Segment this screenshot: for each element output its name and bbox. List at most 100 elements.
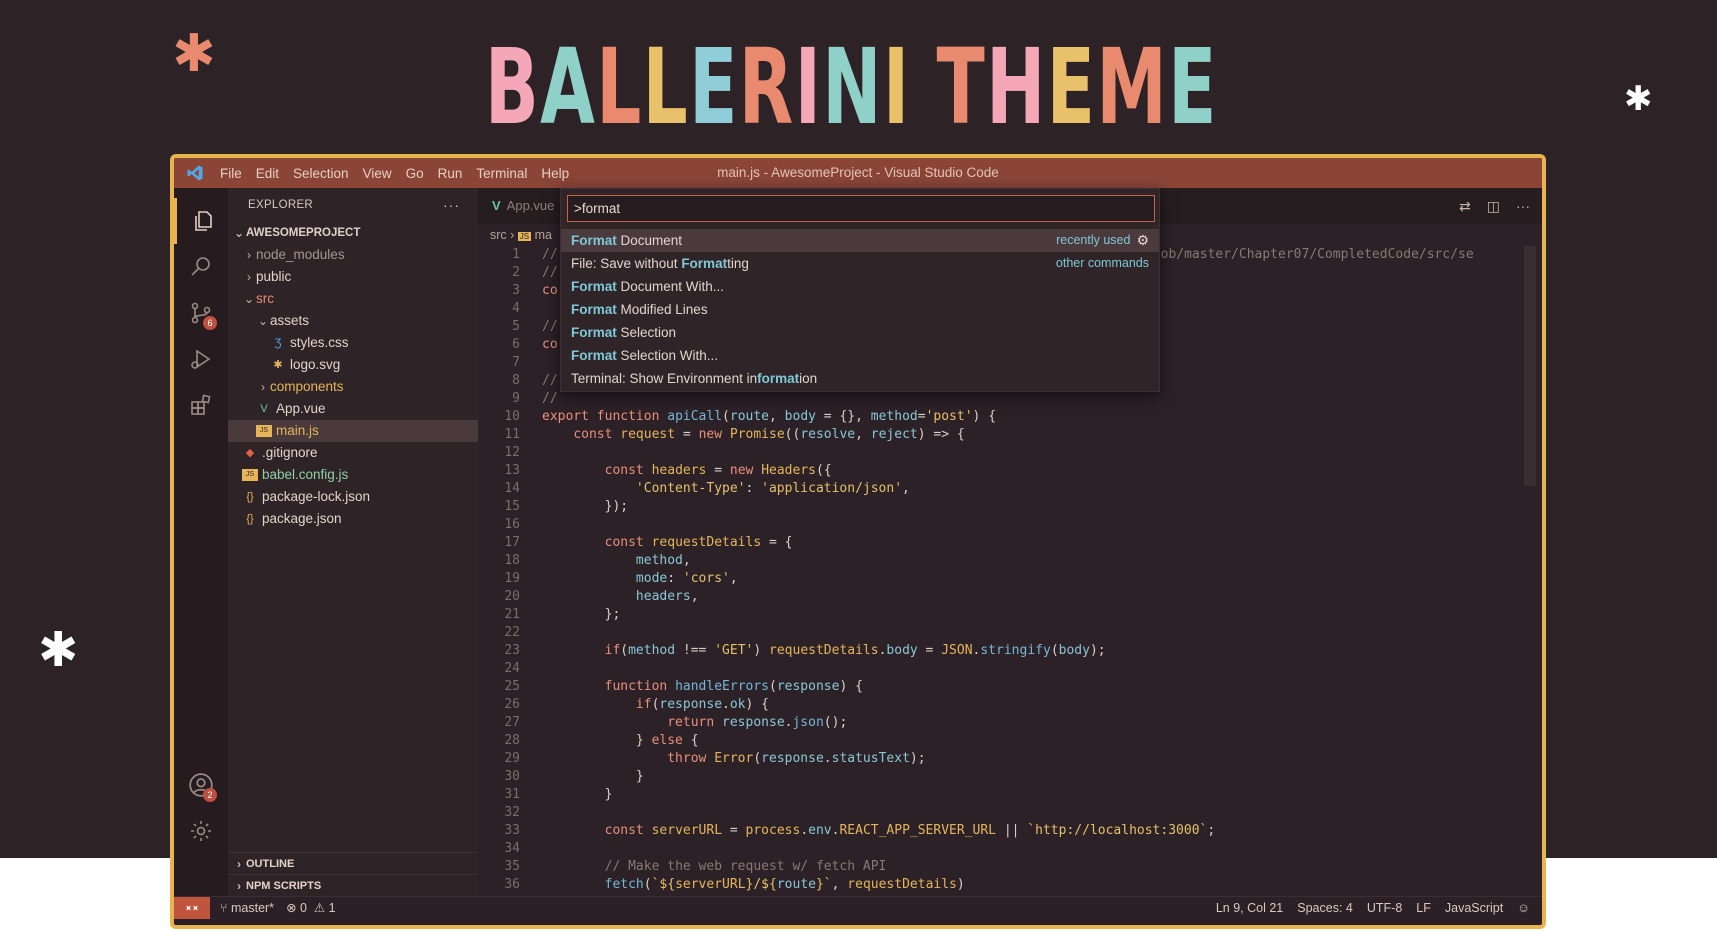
command-palette-item[interactable]: Format Document recently used ⚙ [561,229,1159,252]
vue-file-icon: V [260,403,268,415]
breadcrumb-file[interactable]: ma [535,228,552,242]
folder-item[interactable]: › components [228,376,478,398]
code-line: 27 return response.json(); [478,714,1528,732]
end-of-line[interactable]: LF [1416,897,1431,919]
split-editor-icon[interactable]: ◫ [1487,198,1500,215]
file-item[interactable]: Ʒstyles.css [228,332,478,354]
code-text: }; [542,607,621,622]
language-mode[interactable]: JavaScript [1445,897,1503,919]
menu-item-edit[interactable]: Edit [256,166,279,181]
file-item[interactable]: ✱ logo.svg [228,354,478,376]
folder-item[interactable]: ⌄ src [228,288,478,310]
code-text: // [542,391,566,406]
code-line: 35 // Make the web request w/ fetch API [478,858,1528,876]
menu-item-file[interactable]: File [220,166,242,181]
line-number: 14 [504,481,520,496]
line-number: 13 [504,463,520,478]
menu-item-go[interactable]: Go [406,166,424,181]
menu-item-help[interactable]: Help [541,166,569,181]
project-folder[interactable]: ⌄ AWESOMEPROJECT [228,222,478,244]
menu-item-view[interactable]: View [363,166,392,181]
files-icon[interactable] [174,198,228,244]
extensions-icon[interactable] [174,382,228,428]
menu-item-selection[interactable]: Selection [293,166,349,181]
outline-label: OUTLINE [246,857,295,870]
command-label-post: Selection With... [616,348,719,363]
chevron-right-icon: › [261,380,265,394]
account-icon[interactable]: 2 [174,762,228,808]
code-line: 34 [478,840,1528,858]
code-line: 16 [478,516,1528,534]
file-item[interactable]: V App.vue [228,398,478,420]
code-line: 18 method, [478,552,1528,570]
problems-indicator[interactable]: ⊗ 0 ⚠ 1 [286,897,336,919]
file-tree: › node_modules › public ⌄ src ⌄ assets Ʒstyles.c… [228,244,478,530]
run-debug-icon[interactable] [174,336,228,382]
tree-item-label: logo.svg [290,357,341,372]
code-text: function handleErrors(response) { [604,679,863,694]
command-palette-item[interactable]: Format Selection With... [561,344,1159,367]
line-number: 3 [512,283,520,298]
configure-keybinding-gear-icon[interactable]: ⚙ [1136,229,1149,252]
outline-section[interactable]: › OUTLINE [228,852,478,874]
code-line: 23 if(method !== 'GET') requestDetails.b… [478,642,1528,660]
source-control-icon[interactable]: 6 [174,290,228,336]
settings-gear-icon[interactable] [174,808,228,854]
command-palette-item[interactable]: Format Document With... [561,275,1159,298]
code-line: 36 fetch(`${serverURL}/${route}`, reques… [478,876,1528,894]
command-label-post: ting [727,256,749,271]
encoding[interactable]: UTF-8 [1367,897,1402,919]
command-palette: >format Format Document recently used ⚙ Fil… [560,188,1160,392]
cursor-position[interactable]: Ln 9, Col 21 [1216,897,1283,919]
folder-item[interactable]: › public [228,266,478,288]
title-bar: File Edit Selection View Go Run Terminal Help m… [174,158,1542,188]
command-palette-item[interactable]: Format Selection [561,321,1159,344]
search-icon[interactable] [174,244,228,290]
open-changes-icon[interactable]: ⇄ [1459,198,1471,215]
line-number: 10 [504,409,520,424]
title-letter: R [738,26,795,148]
command-palette-item[interactable]: Terminal: Show Environment information [561,367,1159,390]
tree-item-label: public [256,269,292,284]
folder-item[interactable]: › node_modules [228,244,478,266]
file-item[interactable]: ◆ .gitignore [228,442,478,464]
tab-app-vue[interactable]: V App.vue [478,188,568,224]
tree-item-label: .gitignore [262,445,318,460]
command-match-highlight: Format [571,233,617,248]
json-file-icon: {} [246,513,254,525]
source-control-badge: 6 [203,316,217,330]
more-actions-icon[interactable]: ··· [1516,198,1530,214]
file-item[interactable]: {} package-lock.json [228,486,478,508]
file-item[interactable]: JS babel.config.js [228,464,478,486]
line-number: 28 [504,733,520,748]
file-item[interactable]: JS main.js [228,420,478,442]
file-item[interactable]: {} package.json [228,508,478,530]
tree-item-label: package.json [262,511,342,526]
menu-item-run[interactable]: Run [438,166,463,181]
remote-indicator-icon[interactable] [174,897,210,919]
command-palette-item[interactable]: File: Save without Formatting other comma… [561,252,1159,275]
editor-scrollbar[interactable] [1524,246,1536,486]
chevron-down-icon: ⌄ [233,226,245,240]
feedback-icon[interactable]: ☺ [1517,897,1530,919]
title-letter [911,26,937,148]
code-line: 11 const request = new Promise((resolve,… [478,426,1528,444]
branch-indicator[interactable]: ⑂ master* [220,897,274,919]
breadcrumb: src › JS ma [490,224,552,246]
indentation[interactable]: Spaces: 4 [1297,897,1353,919]
folder-item[interactable]: ⌄ assets [228,310,478,332]
npm-scripts-section[interactable]: › NPM SCRIPTS [228,874,478,896]
code-text: } else { [542,733,699,748]
code-line: 22 [478,624,1528,642]
title-letter: M [1096,26,1169,148]
menu-item-terminal[interactable]: Terminal [476,166,527,181]
code-line: 29 throw Error(response.statusText); [478,750,1528,768]
line-number: 12 [504,445,520,460]
command-palette-item[interactable]: Format Modified Lines [561,298,1159,321]
breadcrumb-src[interactable]: src [490,228,507,242]
explorer-more-actions-button[interactable]: ··· [443,188,460,222]
command-palette-input[interactable]: >format [567,195,1155,222]
svg-file-icon: ✱ [273,359,283,371]
command-palette-list: Format Document recently used ⚙ File: Save … [561,229,1159,390]
js-file-icon: JS [256,425,272,437]
